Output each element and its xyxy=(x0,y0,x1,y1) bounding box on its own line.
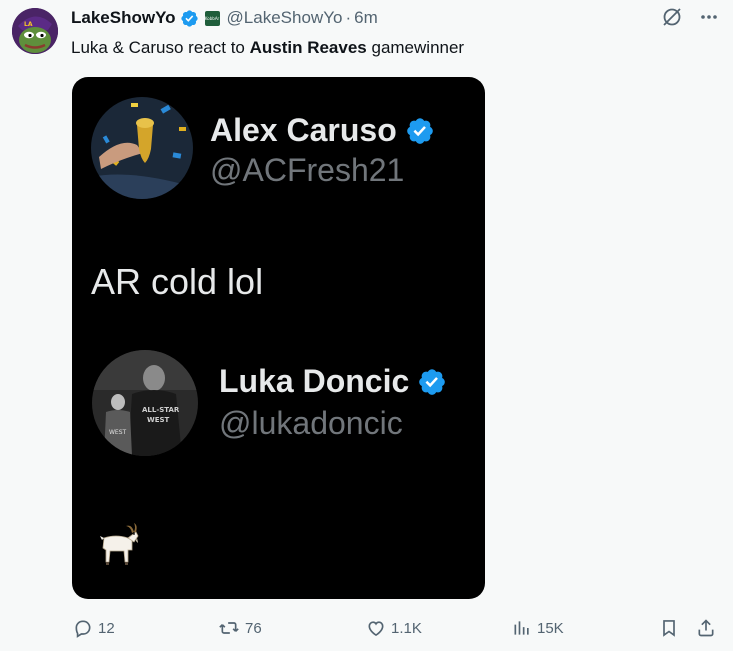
svg-text:WEST: WEST xyxy=(147,416,170,424)
repost-button[interactable]: 76 xyxy=(218,614,262,642)
tweet[interactable]: LA LakeShowYo KobbAr @LakeShowYo · 6m Lu… xyxy=(0,0,733,651)
luka-name: Luka Doncic xyxy=(219,363,447,400)
caruso-handle: @ACFresh21 xyxy=(210,152,405,188)
verified-badge-icon[interactable] xyxy=(180,9,199,28)
pepe-avatar-image: LA xyxy=(12,8,58,54)
views-count: 15K xyxy=(537,619,564,637)
grok-icon[interactable] xyxy=(661,6,683,28)
caruso-reply-text: AR cold lol xyxy=(91,261,264,302)
verified-badge-icon xyxy=(419,368,446,395)
goat-emoji-icon xyxy=(100,523,139,565)
share-icon xyxy=(698,619,714,637)
grok-icon-svg xyxy=(663,8,681,26)
caruso-avatar xyxy=(91,97,193,199)
analytics-icon xyxy=(514,621,529,635)
tweet-text-post: gamewinner xyxy=(366,38,465,57)
luka-avatar: ALL-STAR WEST WEST xyxy=(92,350,198,456)
luka-name-text: Luka Doncic xyxy=(219,363,410,399)
caruso-name: Alex Caruso xyxy=(210,112,435,149)
caruso-avatar-image xyxy=(91,97,193,199)
svg-text:LA: LA xyxy=(24,21,33,28)
luka-avatar-image: ALL-STAR WEST WEST xyxy=(92,350,198,456)
action-bar: 12 76 1.1K 15K xyxy=(0,614,733,642)
reply-icon xyxy=(75,620,91,638)
tweet-text: Luka & Caruso react to Austin Reaves gam… xyxy=(71,38,464,58)
tweet-header: LakeShowYo KobbAr @LakeShowYo · 6m xyxy=(71,7,378,29)
like-count: 1.1K xyxy=(391,619,422,637)
caruso-name-text: Alex Caruso xyxy=(210,112,397,148)
affiliate-badge-text: KobbAr xyxy=(204,15,220,21)
more-options-icon[interactable] xyxy=(699,7,719,27)
views-button[interactable]: 15K xyxy=(512,614,564,642)
like-button[interactable]: 1.1K xyxy=(366,614,422,642)
reply-count: 12 xyxy=(98,619,115,637)
author-handle[interactable]: @LakeShowYo xyxy=(227,8,343,28)
affiliate-badge-icon[interactable]: KobbAr xyxy=(204,10,220,26)
share-button[interactable] xyxy=(696,614,721,642)
tweet-text-pre: Luka & Caruso react to xyxy=(71,38,250,57)
separator-dot: · xyxy=(345,8,352,27)
avatar[interactable]: LA xyxy=(12,8,58,54)
top-right-controls xyxy=(661,6,719,28)
display-name[interactable]: LakeShowYo xyxy=(71,8,176,28)
repost-count: 76 xyxy=(245,619,262,637)
verified-badge-icon xyxy=(406,117,433,144)
svg-text:ALL-STAR: ALL-STAR xyxy=(142,406,180,414)
luka-handle: @lukadoncic xyxy=(219,405,403,441)
heart-icon xyxy=(368,621,384,637)
reply-button[interactable]: 12 xyxy=(73,614,115,642)
svg-text:WEST: WEST xyxy=(109,429,127,436)
bookmark-button[interactable] xyxy=(659,614,684,642)
tweet-text-bold: Austin Reaves xyxy=(249,38,367,57)
bookmark-icon xyxy=(663,620,675,637)
repost-icon xyxy=(219,622,239,634)
timestamp[interactable]: 6m xyxy=(354,8,378,28)
media-image[interactable]: Alex Caruso @ACFresh21 AR cold lol ALL-S… xyxy=(72,77,485,599)
more-dots-svg xyxy=(701,15,717,19)
